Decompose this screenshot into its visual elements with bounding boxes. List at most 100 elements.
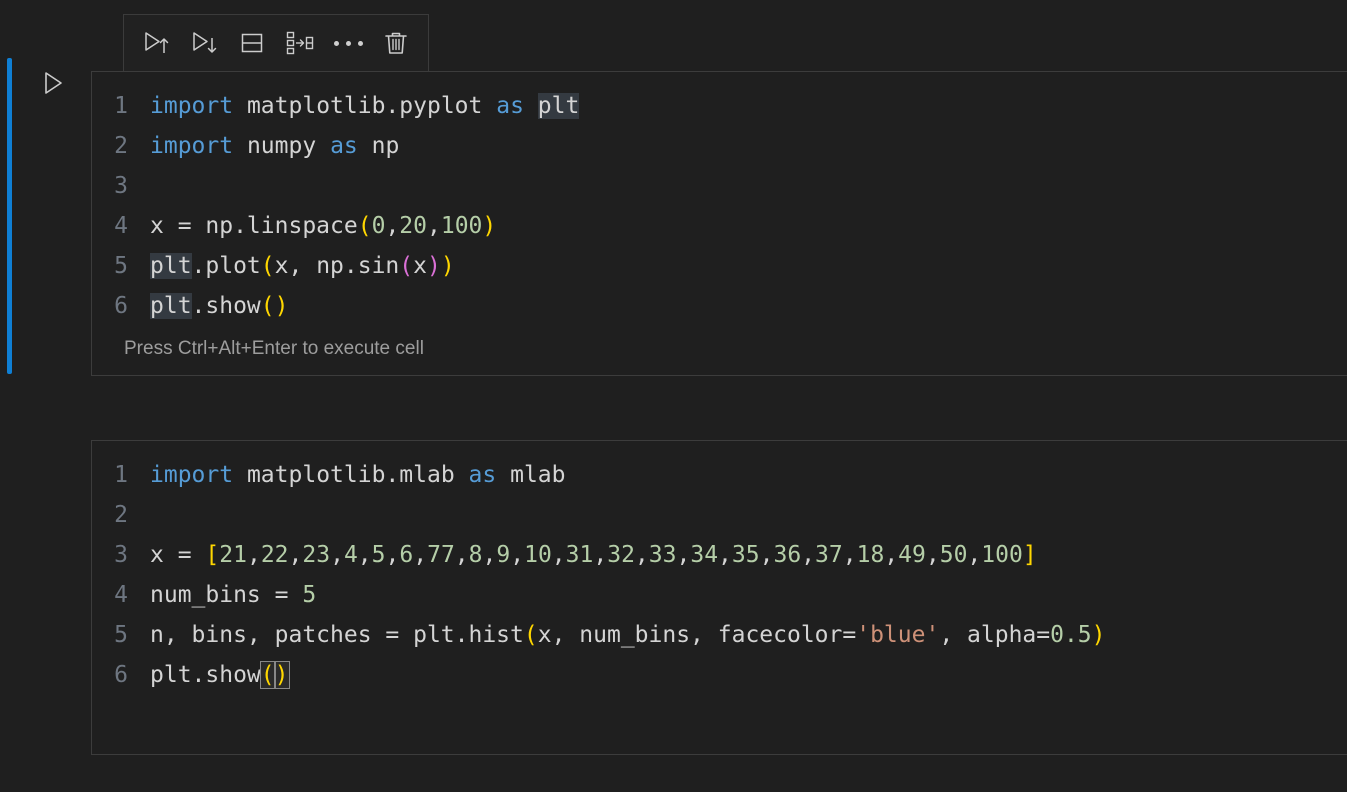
delete-cell-button[interactable] — [374, 21, 418, 65]
execution-hint: Press Ctrl+Alt+Enter to execute cell — [92, 336, 1347, 366]
code-token: 22 — [261, 542, 289, 568]
code-token: ) — [427, 253, 441, 279]
code-line[interactable]: 5plt.plot(x, np.sin(x)) — [92, 246, 1347, 286]
code-line[interactable]: 5n, bins, patches = plt.hist(x, num_bins… — [92, 615, 1347, 655]
code-token: 6 — [399, 542, 413, 568]
code-token: , — [330, 542, 344, 568]
code-line[interactable]: 3 — [92, 166, 1347, 206]
code-token: as — [496, 93, 524, 119]
code-token: 37 — [815, 542, 843, 568]
code-token: 4 — [344, 542, 358, 568]
code-token: plt — [538, 93, 580, 119]
play-up-arrow-icon — [141, 28, 171, 58]
code-token: x, num_bins, facecolor= — [538, 622, 857, 648]
code-token: , — [635, 542, 649, 568]
run-below-button[interactable] — [182, 21, 226, 65]
trash-icon — [381, 28, 411, 58]
code-token: ( — [261, 253, 275, 279]
code-editor[interactable]: 1import matplotlib.pyplot as plt2import … — [92, 72, 1347, 336]
run-above-button[interactable] — [134, 21, 178, 65]
code-token: .show — [192, 293, 261, 319]
code-token: , — [926, 542, 940, 568]
code-text: import numpy as np — [150, 126, 399, 166]
code-line[interactable]: 2 — [92, 495, 1347, 535]
code-line[interactable]: 1import matplotlib.pyplot as plt — [92, 86, 1347, 126]
code-line[interactable]: 1import matplotlib.mlab as mlab — [92, 455, 1347, 495]
code-line[interactable]: 4x = np.linspace(0,20,100) — [92, 206, 1347, 246]
line-number: 2 — [92, 495, 150, 535]
active-cell-bar — [7, 58, 12, 374]
code-token: ( — [524, 622, 538, 648]
code-line[interactable]: 2import numpy as np — [92, 126, 1347, 166]
code-token: , — [801, 542, 815, 568]
cell-toolbar — [123, 14, 429, 72]
code-token: 34 — [690, 542, 718, 568]
code-token: , — [552, 542, 566, 568]
code-text: import matplotlib.pyplot as plt — [150, 86, 579, 126]
code-token: 23 — [302, 542, 330, 568]
code-token: x = np.linspace — [150, 213, 358, 239]
code-token: ) — [1092, 622, 1106, 648]
code-token: x = — [150, 542, 205, 568]
line-number: 1 — [92, 455, 150, 495]
code-token: , — [413, 542, 427, 568]
code-text: import matplotlib.mlab as mlab — [150, 455, 565, 495]
line-number: 6 — [92, 286, 150, 326]
line-number: 4 — [92, 206, 150, 246]
code-line[interactable]: 3x = [21,22,23,4,5,6,77,8,9,10,31,32,33,… — [92, 535, 1347, 575]
code-token: n, bins, patches = plt.hist — [150, 622, 524, 648]
code-token: 9 — [496, 542, 510, 568]
code-token: matplotlib.pyplot — [247, 93, 482, 119]
code-text: x = [21,22,23,4,5,6,77,8,9,10,31,32,33,3… — [150, 535, 1037, 575]
code-token: , — [593, 542, 607, 568]
code-text: x = np.linspace(0,20,100) — [150, 206, 496, 246]
more-actions-button[interactable] — [326, 21, 370, 65]
code-token: ) — [275, 293, 289, 319]
code-token: 49 — [898, 542, 926, 568]
code-token: np — [372, 133, 400, 159]
code-token — [482, 93, 496, 119]
code-line[interactable]: 4num_bins = 5 — [92, 575, 1347, 615]
code-token: , — [760, 542, 774, 568]
line-number: 6 — [92, 655, 150, 695]
code-token: , — [455, 542, 469, 568]
code-token: 20 — [399, 213, 427, 239]
code-text: plt.show() — [150, 655, 289, 695]
code-line[interactable]: 6plt.show() — [92, 655, 1347, 695]
notebook-cell[interactable]: 1import matplotlib.pyplot as plt2import … — [91, 71, 1347, 376]
notebook-cell[interactable]: 1import matplotlib.mlab as mlab23x = [21… — [91, 440, 1347, 755]
ellipsis-icon — [334, 41, 363, 46]
split-cell-button[interactable] — [230, 21, 274, 65]
code-token: ( — [261, 293, 275, 319]
code-token: , — [884, 542, 898, 568]
code-token — [233, 462, 247, 488]
code-token: , — [358, 542, 372, 568]
code-token: as — [469, 462, 497, 488]
code-token: 18 — [857, 542, 885, 568]
code-token: import — [150, 133, 233, 159]
line-number: 5 — [92, 615, 150, 655]
code-token: , — [676, 542, 690, 568]
code-token: ] — [1023, 542, 1037, 568]
code-token: mlab — [510, 462, 565, 488]
code-token: 50 — [940, 542, 968, 568]
code-text: n, bins, patches = plt.hist(x, num_bins,… — [150, 615, 1106, 655]
code-token: plt — [150, 293, 192, 319]
code-token: 5 — [302, 582, 316, 608]
code-editor[interactable]: 1import matplotlib.mlab as mlab23x = [21… — [92, 441, 1347, 705]
code-token: 33 — [649, 542, 677, 568]
code-token: x, np.sin — [275, 253, 400, 279]
code-token: 21 — [219, 542, 247, 568]
code-line[interactable]: 6plt.show() — [92, 286, 1347, 326]
move-cell-button[interactable] — [278, 21, 322, 65]
line-number: 3 — [92, 535, 150, 575]
code-token: ) — [275, 662, 289, 688]
code-token — [455, 462, 469, 488]
code-token: 36 — [773, 542, 801, 568]
code-token — [233, 93, 247, 119]
code-token: 31 — [566, 542, 594, 568]
code-token — [233, 133, 247, 159]
run-cell-button[interactable] — [36, 66, 70, 100]
line-number: 3 — [92, 166, 150, 206]
line-number: 5 — [92, 246, 150, 286]
